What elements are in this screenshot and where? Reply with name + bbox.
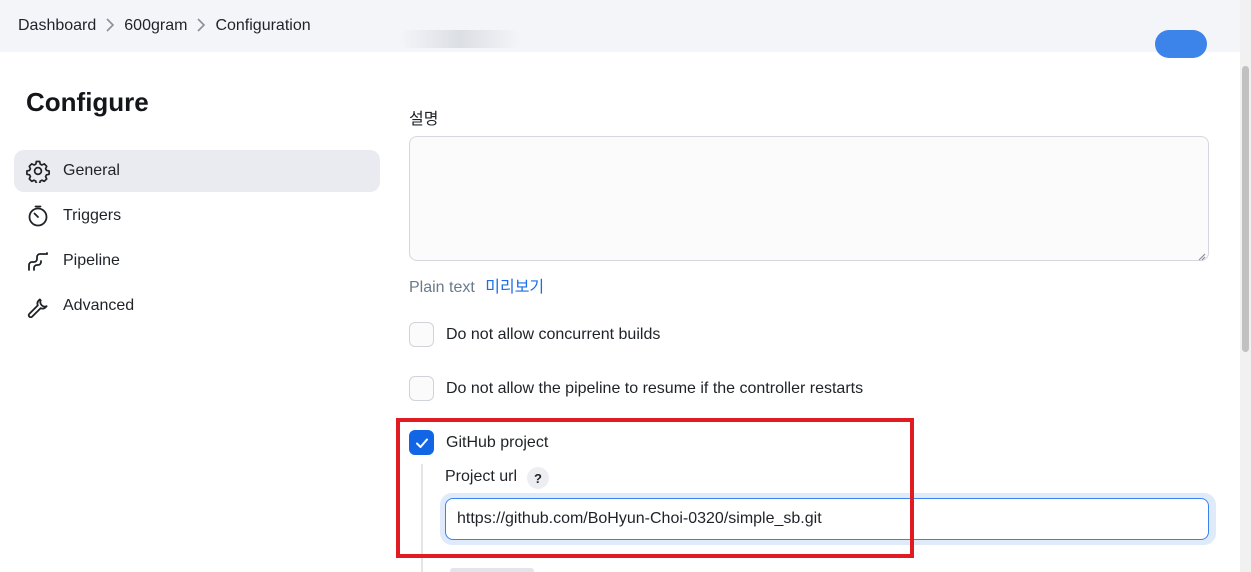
sidebar-item-triggers[interactable]: Triggers bbox=[14, 195, 380, 237]
sidebar-item-label: Pipeline bbox=[63, 252, 120, 269]
pipeline-resume-checkbox[interactable] bbox=[409, 376, 434, 401]
page-title: Configure bbox=[26, 87, 149, 117]
breadcrumb-dashboard[interactable]: Dashboard bbox=[18, 17, 96, 35]
breadcrumb-job[interactable]: 600gram bbox=[124, 17, 187, 35]
resize-handle-icon[interactable] bbox=[1196, 248, 1206, 261]
wrench-icon bbox=[26, 294, 50, 318]
sidebar-item-general[interactable]: General bbox=[14, 150, 380, 192]
next-field-partial bbox=[450, 568, 534, 572]
timer-icon bbox=[26, 204, 50, 228]
scrollbar-thumb[interactable] bbox=[1242, 66, 1249, 352]
format-plain-text: Plain text bbox=[409, 279, 475, 296]
chevron-right-icon bbox=[187, 17, 215, 35]
annotation-highlight-box bbox=[396, 418, 914, 558]
description-label: 설명 bbox=[409, 111, 439, 128]
description-textarea[interactable] bbox=[409, 136, 1209, 261]
save-button[interactable] bbox=[1155, 30, 1207, 58]
description-format-row: Plain text 미리보기 bbox=[409, 273, 544, 297]
breadcrumb-configuration[interactable]: Configuration bbox=[215, 17, 310, 35]
pipeline-resume-option[interactable]: Do not allow the pipeline to resume if t… bbox=[409, 376, 863, 401]
gear-icon bbox=[26, 159, 50, 183]
chevron-right-icon bbox=[96, 17, 124, 35]
blurred-header-element bbox=[400, 30, 520, 48]
top-bar: Dashboard 600gram Configuration bbox=[0, 0, 1240, 58]
sidebar-item-label: Advanced bbox=[63, 297, 135, 314]
pipeline-icon bbox=[26, 249, 50, 273]
breadcrumb: Dashboard 600gram Configuration bbox=[18, 17, 311, 35]
pipeline-resume-label: Do not allow the pipeline to resume if t… bbox=[446, 379, 864, 397]
sidebar-item-label: Triggers bbox=[63, 207, 122, 224]
preview-link[interactable]: 미리보기 bbox=[485, 279, 544, 296]
sidebar-item-label: General bbox=[63, 162, 120, 179]
concurrent-builds-label: Do not allow concurrent builds bbox=[446, 325, 661, 343]
sidebar-item-pipeline[interactable]: Pipeline bbox=[14, 240, 380, 282]
concurrent-builds-checkbox[interactable] bbox=[409, 322, 434, 347]
sidebar-item-advanced[interactable]: Advanced bbox=[14, 285, 380, 327]
concurrent-builds-option[interactable]: Do not allow concurrent builds bbox=[409, 322, 660, 347]
